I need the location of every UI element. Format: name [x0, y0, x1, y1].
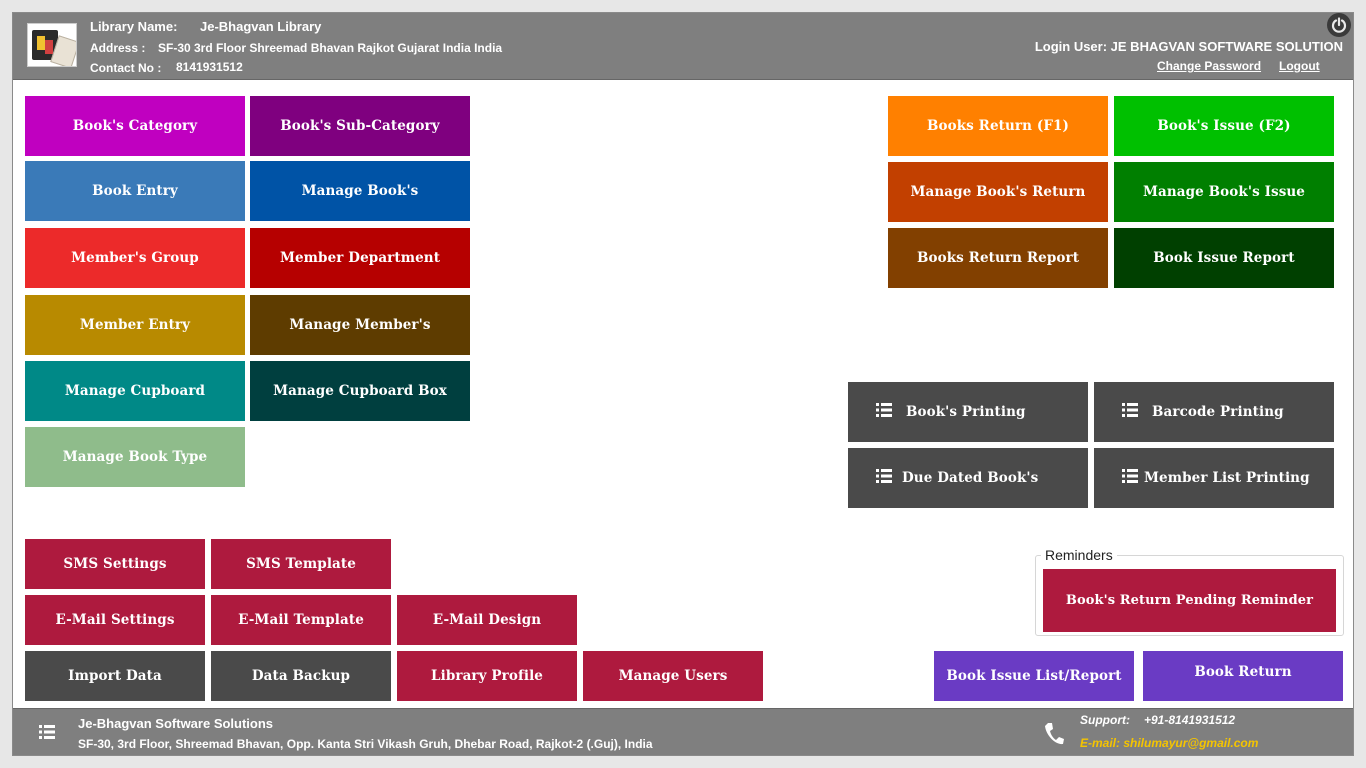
book-issue-list-button[interactable]: Book Issue List/Report — [934, 651, 1134, 701]
members-group-button[interactable]: Member's Group — [25, 228, 245, 288]
manage-cupboard-button[interactable]: Manage Cupboard — [25, 361, 245, 421]
books-printing-label: Book's Printing — [906, 404, 1026, 420]
manage-users-button[interactable]: Manage Users — [583, 651, 763, 701]
member-list-printing-label: Member List Printing — [1144, 470, 1310, 486]
books-subcategory-button[interactable]: Book's Sub-Category — [250, 96, 470, 156]
manage-cupboard-box-button[interactable]: Manage Cupboard Box — [250, 361, 470, 421]
due-dated-books-label: Due Dated Book's — [902, 470, 1039, 486]
books-category-button[interactable]: Book's Category — [25, 96, 245, 156]
address-label: Address : — [90, 41, 146, 55]
support-email: E-mail: shilumayur@gmail.com — [1080, 736, 1259, 750]
data-backup-button[interactable]: Data Backup — [211, 651, 391, 701]
company-name: Je-Bhagvan Software Solutions — [78, 716, 274, 731]
email-settings-button[interactable]: E-Mail Settings — [25, 595, 205, 645]
power-icon[interactable] — [1327, 13, 1351, 37]
list-icon — [876, 469, 892, 487]
barcode-printing-label: Barcode Printing — [1152, 404, 1284, 420]
manage-book-type-button[interactable]: Manage Book Type — [25, 427, 245, 487]
app-footer: Je-Bhagvan Software Solutions SF-30, 3rd… — [13, 708, 1353, 755]
sms-template-button[interactable]: SMS Template — [211, 539, 391, 589]
member-department-button[interactable]: Member Department — [250, 228, 470, 288]
support-label: Support: — [1080, 713, 1130, 727]
contact-label: Contact No : — [90, 61, 162, 75]
book-return-button[interactable]: Book Return — [1143, 651, 1343, 701]
menu-icon — [39, 725, 55, 744]
email-design-button[interactable]: E-Mail Design — [397, 595, 577, 645]
books-issue-button[interactable]: Book's Issue (F2) — [1114, 96, 1334, 156]
list-icon — [876, 403, 892, 421]
due-dated-books-button[interactable]: Due Dated Book's — [848, 448, 1088, 508]
member-list-printing-button[interactable]: Member List Printing — [1094, 448, 1334, 508]
return-pending-reminder-button[interactable]: Book's Return Pending Reminder — [1043, 569, 1336, 632]
library-contact: 8141931512 — [176, 60, 243, 74]
email-template-button[interactable]: E-Mail Template — [211, 595, 391, 645]
support-phone: +91-8141931512 — [1144, 713, 1236, 727]
phone-icon — [1043, 721, 1065, 752]
library-profile-button[interactable]: Library Profile — [397, 651, 577, 701]
manage-books-return-button[interactable]: Manage Book's Return — [888, 162, 1108, 222]
barcode-printing-button[interactable]: Barcode Printing — [1094, 382, 1334, 442]
main-window: Library Name: Je-Bhagvan Library Address… — [12, 12, 1354, 756]
reminders-title: Reminders — [1041, 547, 1117, 563]
logout-link[interactable]: Logout — [1279, 59, 1320, 73]
sms-settings-button[interactable]: SMS Settings — [25, 539, 205, 589]
library-name-label: Library Name: — [90, 19, 178, 34]
change-password-link[interactable]: Change Password — [1157, 59, 1261, 73]
book-issue-report-button[interactable]: Book Issue Report — [1114, 228, 1334, 288]
list-icon — [1122, 469, 1138, 487]
books-return-button[interactable]: Books Return (F1) — [888, 96, 1108, 156]
manage-books-issue-button[interactable]: Manage Book's Issue — [1114, 162, 1334, 222]
manage-members-button[interactable]: Manage Member's — [250, 295, 470, 355]
member-entry-button[interactable]: Member Entry — [25, 295, 245, 355]
app-header: Library Name: Je-Bhagvan Library Address… — [13, 13, 1353, 80]
book-entry-button[interactable]: Book Entry — [25, 161, 245, 221]
library-logo — [27, 23, 77, 67]
books-printing-button[interactable]: Book's Printing — [848, 382, 1088, 442]
books-return-report-button[interactable]: Books Return Report — [888, 228, 1108, 288]
manage-books-button[interactable]: Manage Book's — [250, 161, 470, 221]
login-user: Login User: JE BHAGVAN SOFTWARE SOLUTION — [1034, 39, 1343, 54]
library-address: SF-30 3rd Floor Shreemad Bhavan Rajkot G… — [158, 41, 503, 55]
import-data-button[interactable]: Import Data — [25, 651, 205, 701]
library-name: Je-Bhagvan Library — [200, 19, 322, 34]
company-address: SF-30, 3rd Floor, Shreemad Bhavan, Opp. … — [78, 737, 653, 751]
list-icon — [1122, 403, 1138, 421]
